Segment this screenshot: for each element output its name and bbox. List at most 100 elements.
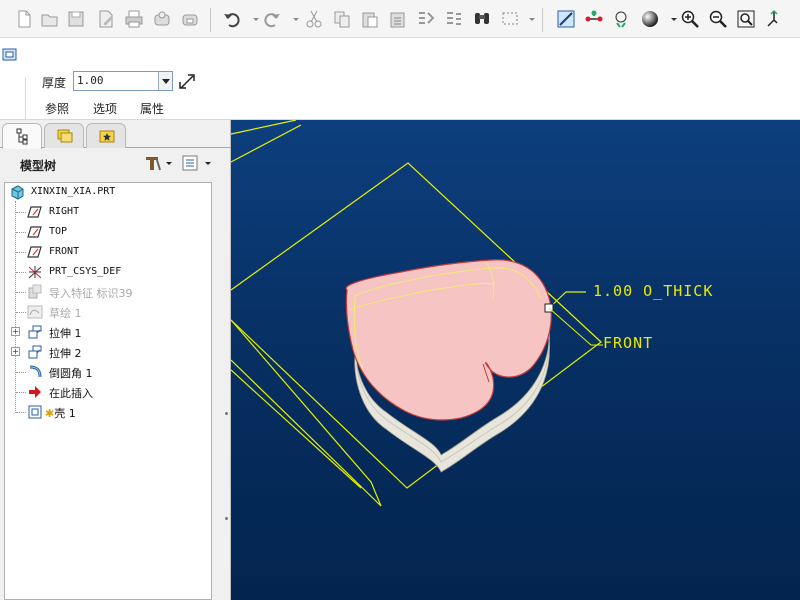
thickness-dropdown-icon[interactable]	[158, 72, 172, 90]
tab-model-tree[interactable]	[2, 123, 42, 149]
insert-here-arrow-icon	[27, 384, 43, 400]
copy-icon[interactable]	[332, 9, 352, 29]
tree-item-import[interactable]: 导入特征 标识39	[5, 283, 211, 301]
tab-properties[interactable]: 属性	[140, 100, 164, 117]
feature-icon	[0, 46, 18, 64]
undo-icon[interactable]	[222, 9, 242, 29]
print-icon[interactable]	[124, 9, 144, 29]
save-as-icon[interactable]	[96, 9, 116, 29]
tree-item-label: 拉伸 2	[49, 347, 82, 360]
top-datum-plane	[231, 120, 297, 135]
tree-item-label: 在此插入	[49, 387, 93, 400]
top-datum-plane-edge	[231, 124, 302, 163]
model-tree[interactable]: XINXIN_XIA.PRT RIGHT TOP FRONT PRT_CSYS_…	[4, 182, 212, 600]
datum-plane-icon	[27, 204, 43, 220]
refit-icon[interactable]	[736, 9, 756, 29]
right-datum-plane-inner	[231, 369, 362, 489]
save-icon[interactable]	[66, 9, 86, 29]
tree-item-round[interactable]: 倒圆角 1	[5, 363, 211, 381]
tab-favorites[interactable]	[86, 123, 126, 148]
tree-item-extrude-2[interactable]: + 拉伸 2	[5, 343, 211, 361]
model-graphics[interactable]	[231, 120, 800, 600]
round-icon	[27, 364, 43, 380]
datum-plane-icon	[27, 244, 43, 260]
tree-item-label: 草绘 1	[49, 307, 82, 320]
tree-item-extrude-1[interactable]: + 拉伸 1	[5, 323, 211, 341]
tab-references[interactable]: 参照	[45, 100, 69, 117]
graphics-window[interactable]: 1.00 O_THICK FRONT	[231, 120, 800, 600]
dimension-leader	[548, 291, 586, 309]
tree-item-shell[interactable]: ✱壳 1	[5, 403, 211, 421]
tree-item-label: ✱壳 1	[45, 405, 76, 421]
new-feature-star-icon: ✱	[45, 407, 55, 420]
send-mail-icon[interactable]	[180, 9, 200, 29]
point-display-icon[interactable]	[612, 9, 632, 29]
part-top-face	[345, 259, 552, 421]
tree-item-label: 导入特征 标识39	[49, 287, 133, 300]
import-feature-icon	[27, 284, 43, 300]
redo-dropdown-icon[interactable]	[286, 9, 299, 29]
panel-splitter[interactable]	[222, 130, 231, 600]
tree-item-label: 倒圆角 1	[49, 367, 93, 380]
navigator-tabs	[0, 120, 231, 149]
tree-item-sketch[interactable]: 草绘 1	[5, 303, 211, 321]
expand-toggle-icon[interactable]: +	[11, 327, 20, 336]
regenerate-icon[interactable]	[416, 9, 436, 29]
select-box-icon[interactable]	[500, 9, 520, 29]
send-icon[interactable]	[152, 9, 172, 29]
tree-item-label: PRT_CSYS_DEF	[49, 266, 122, 277]
open-folder-icon[interactable]	[40, 9, 60, 29]
thickness-annotation[interactable]: 1.00 O_THICK	[593, 282, 713, 300]
tree-item-top[interactable]: TOP	[5, 223, 211, 241]
tree-show-icon[interactable]	[181, 154, 213, 172]
folder-browser-icon	[57, 129, 73, 143]
datum-display-icon[interactable]	[556, 9, 576, 29]
tab-options[interactable]: 选项	[93, 100, 117, 117]
tree-item-label: RIGHT	[49, 206, 80, 217]
zoom-out-icon[interactable]	[708, 9, 728, 29]
tree-item-front[interactable]: FRONT	[5, 243, 211, 261]
tree-item-csys[interactable]: PRT_CSYS_DEF	[5, 263, 211, 281]
thickness-label: 厚度	[42, 76, 67, 90]
shell-icon	[27, 404, 43, 420]
tree-item-part[interactable]: XINXIN_XIA.PRT	[5, 183, 211, 201]
extrude-icon	[27, 324, 43, 340]
tree-item-label: TOP	[49, 226, 68, 237]
csys-icon	[27, 264, 43, 280]
axis-display-icon[interactable]	[584, 9, 604, 29]
shell-dashboard: 厚度 1.00 参照 选项 属性	[0, 38, 800, 122]
sketch-icon	[27, 304, 43, 320]
new-file-icon[interactable]	[14, 9, 34, 29]
cut-icon[interactable]	[304, 9, 324, 29]
navigator-panel: 模型树 XINXIN_XIA.PRT RIGHT TOP FRONT PRT_C	[0, 120, 231, 600]
select-dropdown-icon[interactable]	[522, 9, 535, 29]
datum-plane-icon	[27, 224, 43, 240]
reorient-icon[interactable]	[764, 9, 784, 29]
undo-dropdown-icon[interactable]	[246, 9, 259, 29]
zoom-in-icon[interactable]	[680, 9, 700, 29]
thickness-value[interactable]: 1.00	[77, 74, 104, 87]
tree-item-label: FRONT	[49, 246, 80, 257]
tree-item-label: 拉伸 1	[49, 327, 82, 340]
redo-icon[interactable]	[262, 9, 282, 29]
front-leader	[548, 307, 603, 346]
part-icon	[9, 184, 25, 200]
paste-icon[interactable]	[360, 9, 380, 29]
shading-dropdown-icon[interactable]	[664, 9, 677, 29]
paste-special-icon[interactable]	[388, 9, 408, 29]
tree-item-label: XINXIN_XIA.PRT	[31, 186, 116, 197]
regen-manager-icon[interactable]	[444, 9, 464, 29]
tree-item-insert-here[interactable]: 在此插入	[5, 383, 211, 401]
shading-icon[interactable]	[640, 9, 660, 29]
model-tree-icon	[16, 128, 28, 145]
front-datum-label: FRONT	[603, 334, 654, 352]
tree-settings-icon[interactable]	[143, 154, 173, 172]
find-icon[interactable]	[472, 9, 492, 29]
expand-toggle-icon[interactable]: +	[11, 347, 20, 356]
tree-item-right[interactable]: RIGHT	[5, 203, 211, 221]
flip-direction-icon[interactable]	[178, 72, 196, 90]
thickness-input[interactable]: 1.00	[73, 71, 173, 91]
tab-folder-browser[interactable]	[44, 123, 84, 148]
main-toolbar	[0, 0, 800, 38]
favorites-icon	[99, 130, 115, 143]
